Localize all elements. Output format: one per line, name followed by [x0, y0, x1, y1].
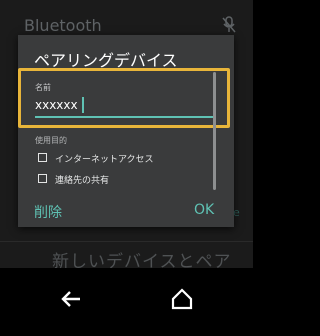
back-arrow-icon[interactable]	[59, 287, 83, 311]
delete-button[interactable]: 削除	[34, 202, 62, 222]
internet-access-label: インターネットアクセス	[55, 155, 154, 165]
divider	[0, 241, 253, 242]
home-icon[interactable]	[170, 287, 194, 311]
settings-title: Bluetooth	[24, 16, 102, 35]
device-name-input[interactable]	[35, 95, 215, 115]
mute-icon	[222, 16, 236, 33]
internet-access-checkbox[interactable]	[38, 153, 47, 162]
ok-button[interactable]: OK	[194, 202, 214, 218]
navigation-bar	[0, 268, 253, 336]
dialog-scrollbar[interactable]	[213, 72, 216, 190]
contact-sharing-checkbox[interactable]	[38, 174, 47, 183]
name-field-label: 名前	[35, 83, 51, 92]
pairing-dialog: ペアリングデバイス	[18, 35, 234, 227]
contact-sharing-label: 連絡先の共有	[55, 176, 110, 186]
screen: Bluetooth e 新しいデバイスとペア ペアリングデバイス 名前 使用目的…	[0, 0, 253, 336]
usage-section-label: 使用目的	[35, 136, 67, 145]
text-cursor	[82, 97, 84, 113]
name-field-underline	[35, 116, 215, 118]
background-link-fragment: e	[233, 206, 240, 219]
